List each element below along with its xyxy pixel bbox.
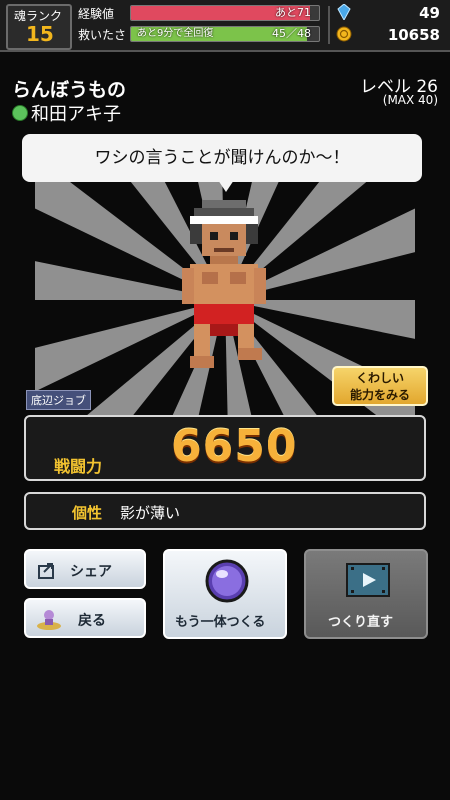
- view-details-button[interactable]: くわしい 能力をみる: [332, 366, 428, 406]
- soul-rank-box: 魂ランク 15: [6, 4, 72, 50]
- coin-icon: [336, 26, 352, 42]
- rescue-value: 45／48: [272, 27, 311, 40]
- gem-icon: [337, 4, 351, 20]
- rescue-label: 救いたさ: [78, 28, 127, 42]
- trait-value: 影が薄い: [120, 504, 181, 522]
- video-icon: [346, 563, 390, 597]
- exp-label: 経験値: [78, 7, 115, 21]
- level-max: (MAX 40): [382, 93, 438, 107]
- power-panel: 戦闘力 6650: [24, 415, 426, 481]
- exp-remaining: あと71: [275, 6, 311, 19]
- trait-panel: 個性 影が薄い: [24, 492, 426, 530]
- gem-count: 49: [419, 4, 440, 22]
- owner-row: 和田アキ子: [12, 100, 121, 126]
- power-value: 6650: [171, 421, 298, 472]
- redo-button[interactable]: つくり直す: [304, 549, 428, 639]
- exp-bar: あと71: [130, 5, 320, 21]
- view-details-label-2: 能力をみる: [349, 388, 410, 402]
- make-another-label: もう一体つくる: [175, 615, 266, 630]
- make-another-button[interactable]: もう一体つくる: [163, 549, 287, 639]
- owner-status-icon: [12, 105, 28, 121]
- orb-icon: [205, 559, 249, 603]
- soul-rank-value: 15: [26, 22, 54, 46]
- redo-label: つくり直す: [328, 615, 394, 630]
- status-bar: 魂ランク 15 経験値 あと71 救いたさ あと9分で全回復 45／48 49 …: [0, 0, 450, 52]
- rescue-note: あと9分で全回復: [137, 28, 214, 39]
- share-icon: [38, 563, 54, 579]
- back-label: 戻る: [78, 613, 106, 629]
- power-label: 戦闘力: [54, 457, 103, 476]
- coin-count: 10658: [387, 26, 440, 44]
- owner-name: 和田アキ子: [31, 104, 121, 125]
- back-icon: [37, 610, 61, 630]
- job-tag: 底辺ジョブ: [26, 390, 91, 410]
- share-label: シェア: [70, 564, 112, 580]
- header-divider: [328, 6, 330, 44]
- share-button[interactable]: シェア: [24, 549, 146, 589]
- character-name: らんぼうもの: [12, 79, 127, 101]
- speech-text: ワシの言うことが聞けんのか～！: [94, 148, 350, 168]
- character-sprite: [182, 200, 266, 368]
- speech-bubble: ワシの言うことが聞けんのか～！: [22, 134, 422, 182]
- view-details-label-1: くわしい: [355, 371, 404, 385]
- trait-label: 個性: [72, 504, 103, 522]
- speech-bubble-tail: [218, 180, 234, 192]
- rescue-bar: あと9分で全回復 45／48: [130, 26, 320, 42]
- back-button[interactable]: 戻る: [24, 598, 146, 638]
